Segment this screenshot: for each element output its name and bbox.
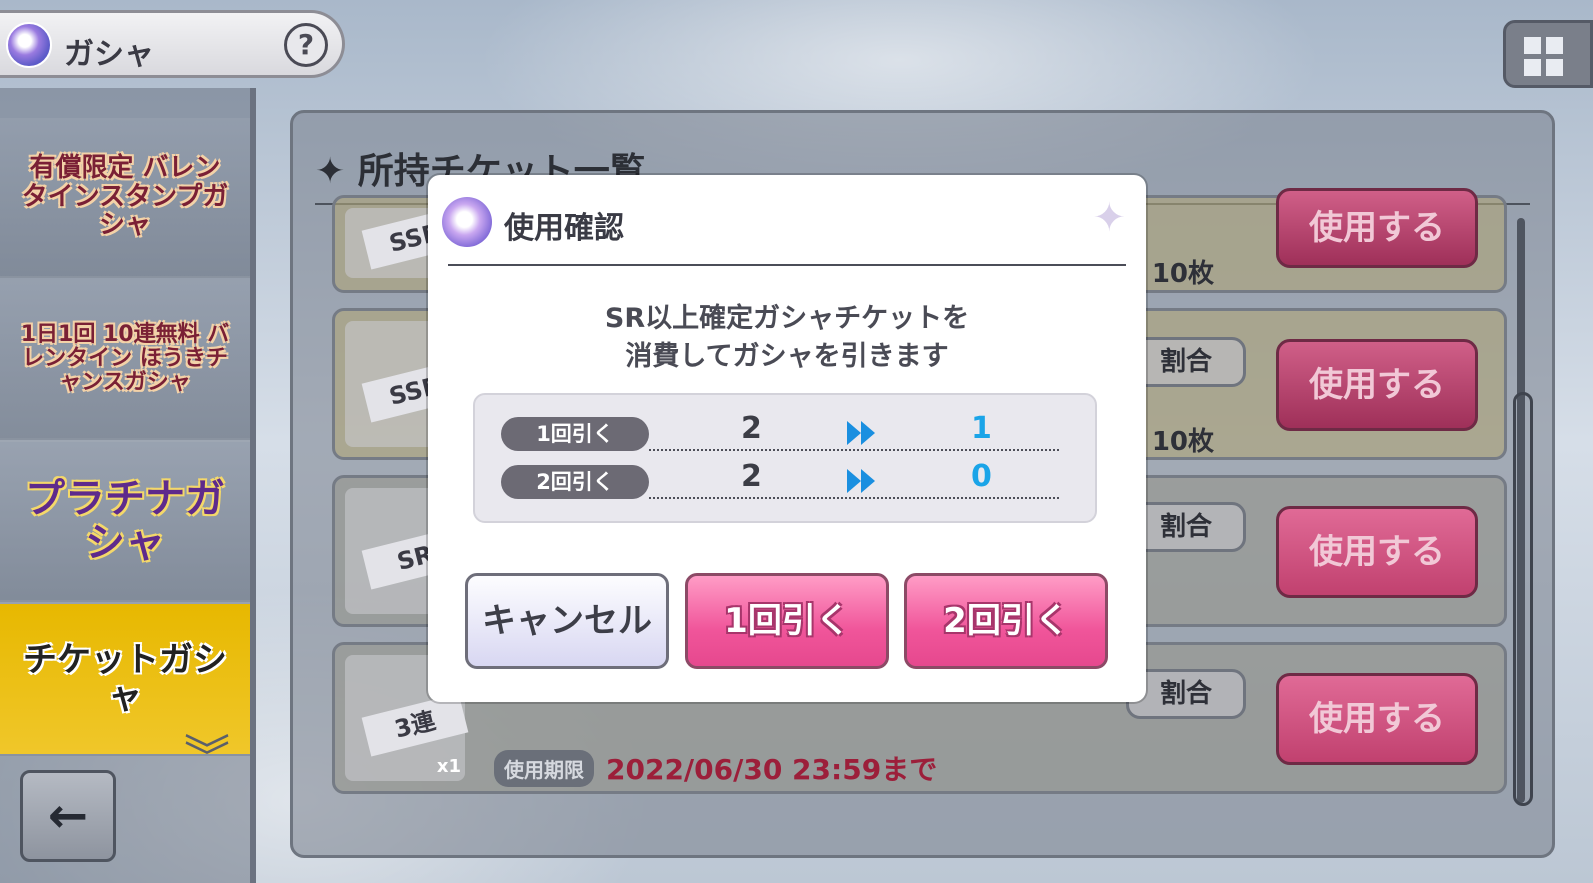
ticket-count: 10枚 xyxy=(1151,427,1214,457)
gacha-logo-icon xyxy=(6,22,52,68)
ticket-count: 10枚 xyxy=(1151,259,1214,289)
tickets-after: 0 xyxy=(971,459,992,494)
dotted-divider xyxy=(649,497,1059,499)
dialog-message-line: 消費してガシャを引きます xyxy=(625,341,949,372)
dialog-message-line: SR以上確定ガシャチケットを xyxy=(604,303,970,334)
consumption-row: 1回引く 2 1 xyxy=(501,411,1061,453)
sparkle-icon: ✦ xyxy=(1092,195,1126,241)
expiry-badge: 使用期限 xyxy=(494,750,594,787)
use-button[interactable]: 使用する xyxy=(1276,339,1478,431)
scrollbar-thumb[interactable] xyxy=(1513,392,1533,806)
ticket-consumption-box: 1回引く 2 1 2回引く 2 0 xyxy=(473,393,1097,523)
double-arrow-icon xyxy=(847,421,875,445)
draw-count-label: 1回引く xyxy=(501,417,649,451)
ticket-quantity: x1 xyxy=(436,756,461,777)
use-button[interactable]: 使用する xyxy=(1276,506,1478,598)
use-button[interactable]: 使用する xyxy=(1276,673,1478,765)
menu-grid-button[interactable] xyxy=(1503,20,1593,88)
dialog-message: SR以上確定ガシャチケットを 消費してガシャを引きます xyxy=(428,300,1146,376)
gacha-orb-icon xyxy=(442,197,492,247)
help-button[interactable]: ? xyxy=(284,23,328,67)
consumption-row: 2回引く 2 0 xyxy=(501,459,1061,501)
chevron-down-icon[interactable]: ︾ xyxy=(182,734,232,812)
gacha-header: ガシャ ? xyxy=(0,10,345,78)
double-arrow-icon xyxy=(847,469,875,493)
dialog-title: 使用確認 xyxy=(504,211,624,246)
back-button[interactable]: ← xyxy=(20,770,116,862)
tickets-after: 1 xyxy=(971,411,992,446)
tickets-before: 2 xyxy=(741,411,762,446)
page-title: ガシャ xyxy=(64,37,154,72)
sidebar-item-free-10[interactable]: 1日1回 10連無料 バレンタイン ほうきチャンスガシャ xyxy=(0,280,250,440)
draw-count-label: 2回引く xyxy=(501,465,649,499)
draw-1-button[interactable]: 1回引く xyxy=(685,573,889,669)
grid-icon xyxy=(1524,37,1541,54)
draw-2-button[interactable]: 2回引く xyxy=(904,573,1108,669)
cancel-button[interactable]: キャンセル xyxy=(465,573,669,669)
use-button[interactable]: 使用する xyxy=(1276,188,1478,268)
sidebar-item-valentine-stamp[interactable]: 有償限定 バレンタインスタンプガシャ xyxy=(0,118,250,278)
dialog-divider xyxy=(448,264,1126,266)
expiry-date: 2022/06/30 23:59まで xyxy=(606,753,938,786)
sidebar-item-platinum[interactable]: プラチナガシャ xyxy=(0,442,250,602)
dotted-divider xyxy=(649,449,1059,451)
confirm-dialog: 使用確認 ✦ SR以上確定ガシャチケットを 消費してガシャを引きます 1回引く … xyxy=(428,175,1146,702)
tickets-before: 2 xyxy=(741,459,762,494)
